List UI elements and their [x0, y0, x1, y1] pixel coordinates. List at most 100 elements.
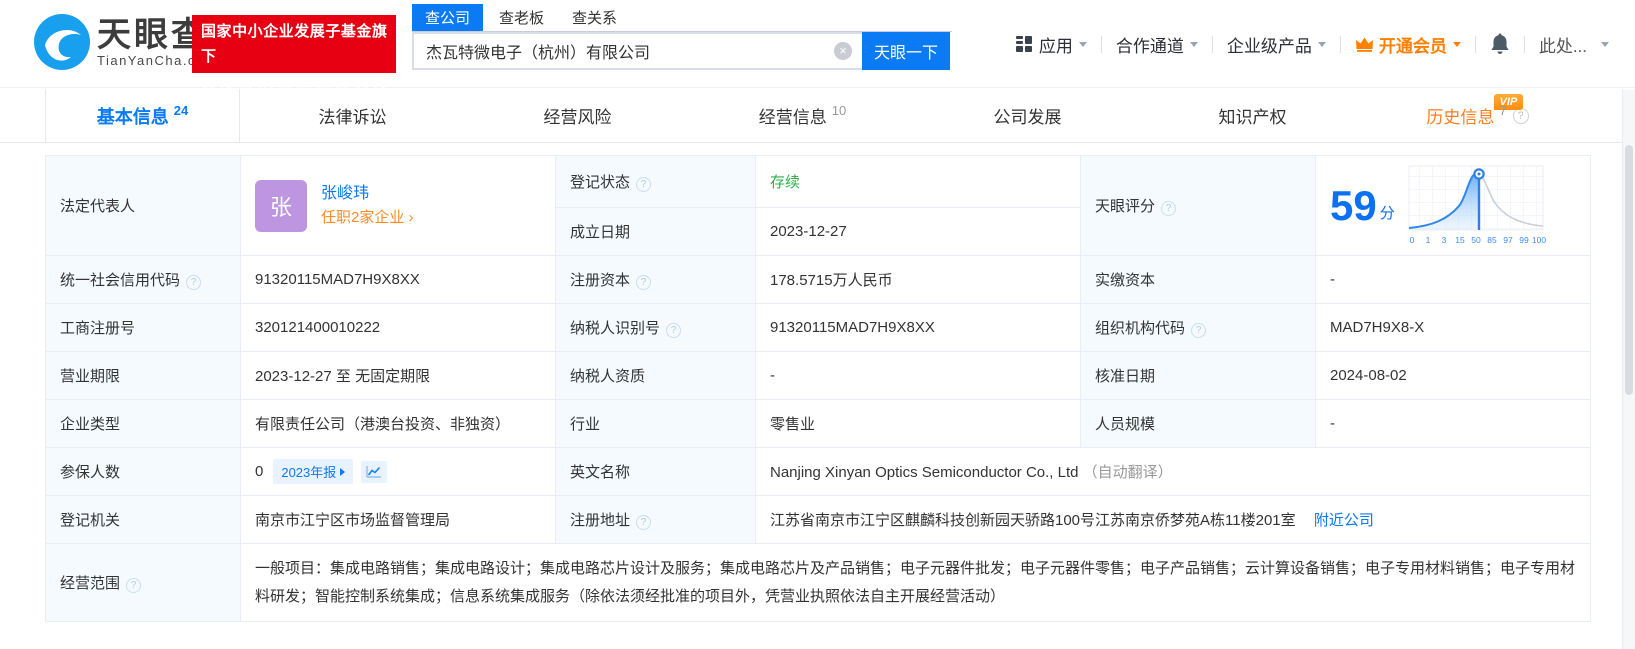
search-tab-boss[interactable]: 查老板 [499, 4, 544, 31]
vip-badge: VIP [1493, 94, 1524, 110]
label-text: 经营范围 [60, 575, 121, 592]
field-label-reg-capital: 注册资本? [555, 255, 756, 304]
nav-open-vip[interactable]: 开通会员 [1355, 32, 1461, 57]
tab-label: 公司发展 [993, 108, 1062, 127]
scrollbar-thumb[interactable] [1625, 145, 1633, 395]
help-icon[interactable]: ? [186, 275, 202, 290]
help-icon[interactable]: ? [636, 275, 652, 290]
divider [1339, 35, 1341, 53]
label-text: 参保人数 [60, 464, 121, 481]
field-value-english-name: Nanjing Xinyan Optics Semiconductor Co.,… [755, 447, 1591, 496]
cert-badge-line1: 国家中小企业发展子基金旗下 [201, 23, 387, 65]
cert-badge: 国家中小企业发展子基金旗下 官方备案企业征信机构 [192, 15, 396, 90]
search-button[interactable]: 天眼一下 [862, 32, 950, 70]
label-text: 工商注册号 [60, 320, 136, 337]
nav-enterprise-label: 企业级产品 [1226, 36, 1312, 56]
help-icon[interactable]: ? [1161, 201, 1177, 216]
nav-notifications[interactable] [1490, 33, 1510, 55]
clear-icon[interactable]: × [834, 42, 852, 60]
label-text: 核准日期 [1095, 368, 1156, 385]
tab-label: 基本信息 [96, 106, 169, 127]
legal-rep-name-link[interactable]: 张峻玮 [321, 182, 414, 206]
help-icon[interactable]: ? [1191, 323, 1207, 338]
nav-enterprise[interactable]: 企业级产品 [1227, 32, 1326, 57]
nearby-companies-link[interactable]: 附近公司 [1314, 512, 1374, 529]
help-icon[interactable]: ? [636, 177, 652, 192]
tab-business-info[interactable]: 经营信息 10 [690, 89, 915, 142]
header-nav: 应用 合作通道 企业级产品 开通会员 此处... [1015, 0, 1609, 88]
svg-text:50: 50 [1471, 235, 1481, 245]
help-icon[interactable]: ? [666, 323, 682, 338]
field-value-business-scope: 一般项目：集成电路销售；集成电路设计；集成电路芯片设计及服务；集成电路芯片及产品… [240, 543, 1591, 622]
label-text: 统一社会信用代码 [60, 272, 181, 289]
help-icon[interactable]: ? [126, 578, 142, 593]
nav-partner[interactable]: 合作通道 [1116, 32, 1198, 57]
search-tab-company[interactable]: 查公司 [412, 4, 484, 31]
search-tab-relation[interactable]: 查关系 [572, 4, 617, 31]
tab-company-development[interactable]: 公司发展 [915, 89, 1140, 142]
score-value: 59 [1330, 181, 1377, 229]
annual-report-badge[interactable]: 2023年报 [273, 459, 354, 484]
insured-count-value: 0 [255, 463, 264, 480]
label-text: 登记机关 [60, 512, 121, 529]
field-label-taxpayer-quality: 纳税人资质 [555, 351, 756, 400]
label-text: 成立日期 [570, 224, 631, 241]
label-text: 注册地址 [570, 512, 631, 529]
search-area: 查公司 查老板 查关系 × 天眼一下 [412, 4, 952, 70]
svg-text:0: 0 [1409, 235, 1414, 245]
chevron-right-icon [340, 467, 346, 476]
field-label-reg-status: 登记状态? [555, 155, 756, 208]
divider [1100, 35, 1102, 53]
tab-label: 历史信息 [1426, 108, 1495, 127]
field-label-staff-size: 人员规模 [1080, 399, 1316, 448]
field-value-taxpayer-quality: - [755, 351, 1081, 400]
annual-report-label: 2023年报 [281, 465, 337, 480]
chevron-down-icon [1078, 41, 1087, 47]
score-distribution-chart: 0 1 3 15 50 85 97 99 100 [1408, 165, 1546, 245]
field-label-legal-rep: 法定代表人 [45, 155, 241, 256]
section-tabbar: 基本信息 24 法律诉讼 经营风险 经营信息 10 公司发展 知识产权 VIP … [0, 89, 1635, 143]
svg-text:15: 15 [1455, 235, 1465, 245]
avatar[interactable]: 张 [255, 179, 307, 232]
field-label-reg-number: 工商注册号 [45, 303, 241, 352]
company-info-table: 法定代表人 张 张峻玮 任职2家企业 › 登记状态? 存续 天眼评分? 59 分… [45, 155, 1591, 622]
field-label-business-scope: 经营范围? [45, 543, 241, 622]
vertical-scrollbar[interactable] [1622, 90, 1635, 649]
tab-history-info[interactable]: VIP 历史信息 7 ? [1365, 89, 1590, 142]
nav-more-label: 此处... [1538, 36, 1587, 56]
svg-text:100: 100 [1532, 235, 1546, 245]
nav-apps[interactable]: 应用 [1015, 32, 1087, 57]
field-label-business-term: 营业期限 [45, 351, 241, 400]
nav-vip-label: 开通会员 [1378, 36, 1447, 56]
svg-text:97: 97 [1503, 235, 1513, 245]
tab-intellectual-property[interactable]: 知识产权 [1140, 89, 1365, 142]
search-input[interactable] [412, 32, 862, 70]
divider [1474, 35, 1476, 53]
divider [1211, 35, 1213, 53]
tab-basic-info[interactable]: 基本信息 24 [45, 89, 240, 142]
chevron-down-icon [1601, 41, 1609, 47]
nav-apps-label: 应用 [1038, 36, 1073, 56]
nav-more[interactable]: 此处... [1539, 32, 1609, 57]
tab-legal-litigation[interactable]: 法律诉讼 [240, 89, 465, 142]
tab-business-risk[interactable]: 经营风险 [465, 89, 690, 142]
label-text: 营业期限 [60, 368, 121, 385]
help-icon[interactable]: ? [636, 515, 652, 530]
tianyancha-logo[interactable]: 天眼查 TianYanCha.com [33, 13, 217, 71]
tab-label: 经营信息 [758, 108, 827, 127]
trend-chart-button[interactable] [361, 460, 388, 483]
field-value-legal-rep: 张 张峻玮 任职2家企业 › [240, 155, 556, 256]
field-value-reg-status: 存续 [755, 155, 1081, 208]
tab-count: 10 [831, 103, 847, 118]
search-input-wrap: × [412, 32, 862, 70]
tab-count: 24 [173, 103, 189, 118]
tab-label: 经营风险 [543, 108, 612, 127]
score-unit: 分 [1379, 205, 1395, 222]
svg-text:85: 85 [1487, 235, 1497, 245]
line-chart-icon [366, 465, 382, 478]
field-value-reg-address: 江苏省南京市江宁区麒麟科技创新园天骄路100号江苏南京侨梦苑A栋11楼201室 … [755, 495, 1591, 544]
label-text: 天眼评分 [1095, 198, 1156, 215]
label-text: 企业类型 [60, 416, 121, 433]
legal-rep-positions-link[interactable]: 任职2家企业 › [321, 206, 414, 230]
address-value: 江苏省南京市江宁区麒麟科技创新园天骄路100号江苏南京侨梦苑A栋11楼201室 [770, 512, 1296, 529]
